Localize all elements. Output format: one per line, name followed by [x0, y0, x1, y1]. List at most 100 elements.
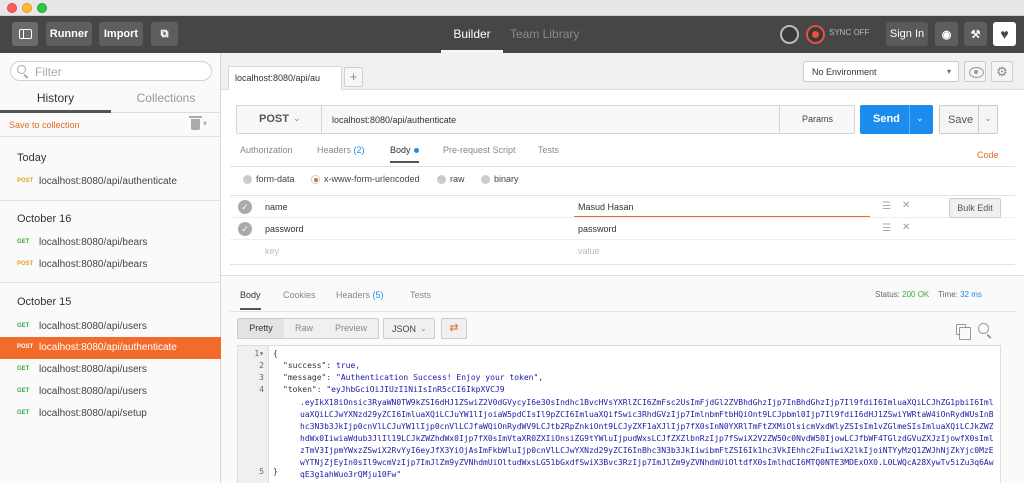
history-item-url: localhost:8080/api/users — [39, 386, 147, 397]
row-enabled-check-icon[interactable]: ✓ — [238, 200, 252, 214]
environment-label: No Environment — [812, 67, 877, 77]
tab-tests[interactable]: Tests — [538, 145, 559, 155]
runner-button[interactable]: Runner — [46, 22, 92, 46]
save-label: Save — [948, 114, 974, 126]
close-window-icon[interactable] — [7, 3, 17, 13]
history-item[interactable]: GET localhost:8080/api/setup — [0, 403, 221, 425]
tab-collections[interactable]: Collections — [111, 91, 221, 113]
history-group-title: October 16 — [17, 213, 72, 225]
line-number: 1▾ — [254, 349, 264, 358]
wrap-lines-icon[interactable]: ⇄ — [441, 318, 467, 339]
tab-authorization[interactable]: Authorization — [240, 145, 293, 155]
bulk-edit-button[interactable]: Bulk Edit — [949, 198, 1001, 218]
response-tab-cookies[interactable]: Cookies — [283, 290, 316, 300]
copy-icon[interactable] — [956, 324, 971, 340]
format-select[interactable]: JSON ⌄ — [383, 318, 435, 339]
history-item[interactable]: GET localhost:8080/api/users — [0, 381, 221, 403]
request-tab[interactable]: localhost:8080/api/au — [228, 66, 342, 90]
view-raw-button[interactable]: Raw — [284, 319, 324, 338]
sidebar-toggle-icon — [18, 29, 32, 39]
tab-builder[interactable]: Builder — [441, 16, 503, 53]
history-item-active[interactable]: POST localhost:8080/api/authenticate — [0, 337, 221, 359]
response-tab-body[interactable]: Body — [240, 290, 261, 310]
code-line: { — [273, 349, 278, 358]
new-request-tab-button[interactable]: + — [344, 67, 363, 87]
method-select[interactable]: POST ⌄ — [237, 106, 322, 133]
tab-history[interactable]: History — [0, 91, 111, 113]
settings-wrench-icon[interactable]: ⚒ — [964, 22, 987, 46]
token-value: .eyIkX18iOnsic3RyaWN0TW9kZSI6dHJ1ZSwiZ2V… — [300, 398, 994, 479]
view-preview-button[interactable]: Preview — [324, 319, 378, 338]
import-button[interactable]: Import — [99, 22, 143, 46]
param-key[interactable]: name — [265, 202, 288, 212]
new-window-icon: ⧉ — [160, 27, 169, 40]
new-window-button[interactable]: ⧉ — [151, 22, 178, 46]
drag-handle-icon[interactable]: ☰ — [882, 223, 891, 234]
generate-code-link[interactable]: Code — [977, 150, 999, 160]
sync-icon[interactable] — [806, 25, 825, 44]
radio-binary[interactable]: binary — [481, 174, 519, 185]
history-item[interactable]: GET localhost:8080/api/users — [0, 359, 221, 381]
save-button[interactable]: Save ⌄ — [939, 105, 998, 134]
tab-team-library[interactable]: Team Library — [510, 16, 579, 53]
chevron-down-icon[interactable]: ▾ — [203, 119, 207, 128]
param-key[interactable]: password — [265, 224, 304, 234]
divider — [978, 106, 979, 133]
chevron-down-icon[interactable]: ⌄ — [916, 113, 924, 124]
interceptor-icon[interactable] — [780, 25, 799, 44]
status-label: Status: — [875, 290, 900, 299]
radio-form-data[interactable]: form-data — [243, 174, 295, 185]
search-icon[interactable] — [978, 323, 989, 334]
chevron-down-icon[interactable]: ⌄ — [984, 113, 992, 124]
param-value[interactable]: Masud Hasan — [578, 202, 634, 212]
response-tab-headers[interactable]: Headers (5) — [336, 290, 384, 300]
response-body-editor[interactable]: 1▾ 2 3 4 5 { "success": true, "message":… — [237, 345, 1001, 483]
delete-row-icon[interactable]: ✕ — [902, 222, 910, 233]
value-placeholder[interactable]: value — [578, 246, 600, 256]
trash-icon[interactable] — [189, 116, 202, 130]
response-panel: Body Cookies Headers (5) Tests Status: 2… — [221, 275, 1024, 483]
send-button[interactable]: Send ⌄ — [860, 105, 933, 134]
history-item[interactable]: POST localhost:8080/api/bears — [0, 254, 221, 276]
history-item[interactable]: GET localhost:8080/api/users — [0, 316, 221, 338]
row-enabled-check-icon[interactable]: ✓ — [238, 222, 252, 236]
history-item[interactable]: POST localhost:8080/api/authenticate — [0, 171, 221, 193]
maximize-window-icon[interactable] — [37, 3, 47, 13]
method-badge: GET — [17, 239, 30, 245]
delete-row-icon[interactable]: ✕ — [902, 200, 910, 211]
environment-quick-look-eye-icon[interactable] — [964, 61, 986, 82]
tab-headers[interactable]: Headers (2) — [317, 145, 365, 155]
environment-select[interactable]: No Environment ▾ — [803, 61, 959, 82]
sidebar-toggle-button[interactable] — [12, 22, 38, 46]
minimize-window-icon[interactable] — [22, 3, 32, 13]
radio-raw[interactable]: raw — [437, 174, 465, 185]
notifications-bell-icon[interactable]: ◉ — [935, 22, 958, 46]
response-tab-tests[interactable]: Tests — [410, 290, 431, 300]
key-placeholder[interactable]: key — [265, 246, 279, 256]
search-icon — [17, 65, 26, 74]
history-item-url: localhost:8080/api/users — [39, 364, 147, 375]
radio-label: raw — [450, 174, 465, 184]
method-badge: GET — [17, 366, 30, 372]
radio-icon — [437, 175, 446, 185]
tab-body[interactable]: Body — [390, 145, 419, 163]
tab-pre-request-script[interactable]: Pre-request Script — [443, 145, 516, 155]
url-input[interactable] — [332, 110, 772, 130]
table-row: key value — [230, 240, 1015, 262]
history-item[interactable]: GET localhost:8080/api/bears — [0, 232, 221, 254]
param-value[interactable]: password — [578, 224, 617, 234]
radio-x-www-form-urlencoded[interactable]: x-www-form-urlencoded — [311, 174, 420, 185]
divider — [0, 282, 221, 283]
filter-input[interactable] — [35, 64, 205, 79]
save-to-collection-link[interactable]: Save to collection — [9, 120, 80, 130]
filter-field — [10, 61, 212, 81]
heart-icon[interactable]: ♥ — [993, 22, 1016, 46]
view-pretty-button[interactable]: Pretty — [238, 319, 284, 338]
response-headers-count: (5) — [372, 290, 384, 300]
chevron-down-icon: ⌄ — [420, 324, 427, 333]
manage-environments-gear-icon[interactable]: ⚙ — [991, 61, 1013, 82]
drag-handle-icon[interactable]: ☰ — [882, 201, 891, 212]
params-button[interactable]: Params — [779, 106, 855, 133]
tab-body-label: Body — [390, 145, 411, 155]
sign-in-button[interactable]: Sign In — [886, 22, 928, 46]
